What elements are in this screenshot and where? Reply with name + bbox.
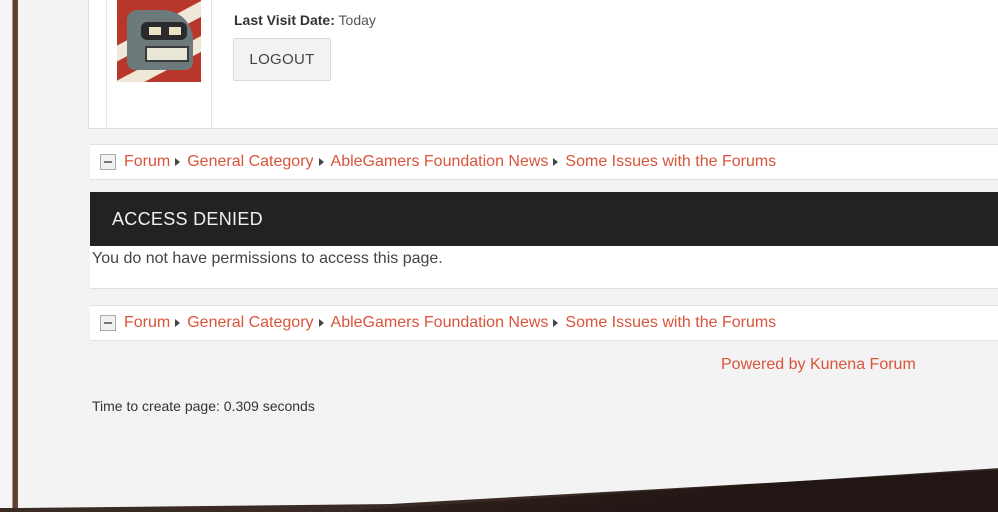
access-denied-title: ACCESS DENIED xyxy=(112,208,263,229)
breadcrumb-topic[interactable]: Some Issues with the Forums xyxy=(565,314,776,332)
breadcrumb-topic[interactable]: Some Issues with the Forums xyxy=(565,153,776,171)
last-visit-value: Today xyxy=(338,12,376,28)
access-denied-header: ACCESS DENIED xyxy=(90,192,998,246)
breadcrumb-ablegamers-news[interactable]: AbleGamers Foundation News xyxy=(331,153,549,171)
chevron-right-icon xyxy=(175,319,181,327)
collapse-icon[interactable] xyxy=(100,315,116,331)
breadcrumb-ablegamers-news[interactable]: AbleGamers Foundation News xyxy=(331,314,549,332)
avatar-column xyxy=(107,0,212,128)
avatar[interactable] xyxy=(117,0,201,82)
breadcrumb-general-category[interactable]: General Category xyxy=(187,153,313,171)
collapse-icon[interactable] xyxy=(100,154,116,170)
breadcrumb-general-category[interactable]: General Category xyxy=(187,314,313,332)
breadcrumb-top: Forum General Category AbleGamers Founda… xyxy=(90,144,998,180)
powered-by-link[interactable]: Powered by Kunena Forum xyxy=(721,356,916,374)
logout-button[interactable]: LOGOUT xyxy=(233,38,331,81)
breadcrumb-bottom: Forum General Category AbleGamers Founda… xyxy=(90,305,998,341)
breadcrumb-forum[interactable]: Forum xyxy=(124,153,170,171)
breadcrumb: Forum General Category AbleGamers Founda… xyxy=(124,153,776,171)
window-edge xyxy=(0,0,18,508)
chevron-right-icon xyxy=(318,158,324,166)
chevron-right-icon xyxy=(318,319,324,327)
access-denied-message-area: You do not have permissions to access th… xyxy=(90,246,998,289)
last-visit-date: Last Visit Date: Today xyxy=(234,12,376,28)
breadcrumb: Forum General Category AbleGamers Founda… xyxy=(124,314,776,332)
access-denied-message: You do not have permissions to access th… xyxy=(92,250,443,267)
chevron-right-icon xyxy=(553,158,559,166)
profile-inner: Last Visit Date: Today LOGOUT xyxy=(106,0,998,128)
last-visit-label: Last Visit Date: xyxy=(234,12,335,28)
chevron-right-icon xyxy=(553,319,559,327)
chevron-right-icon xyxy=(175,158,181,166)
page-timing: Time to create page: 0.309 seconds xyxy=(92,398,315,414)
breadcrumb-forum[interactable]: Forum xyxy=(124,314,170,332)
user-profile-box: Last Visit Date: Today LOGOUT xyxy=(88,0,998,129)
